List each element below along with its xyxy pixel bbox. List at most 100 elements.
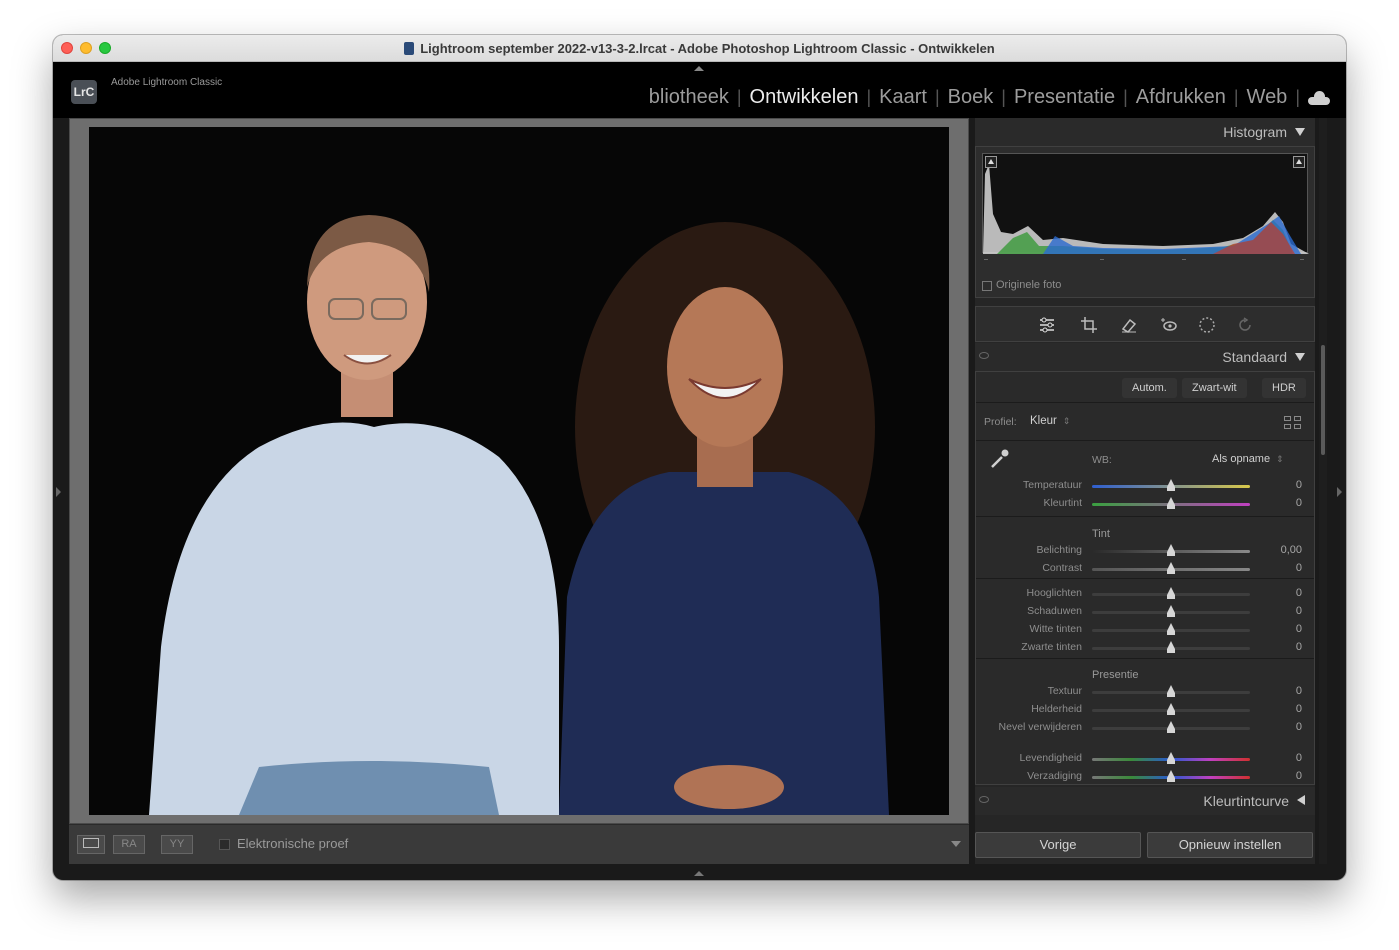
loupe-view-button[interactable] — [77, 835, 105, 854]
saturation-slider[interactable] — [1092, 770, 1250, 782]
module-slideshow[interactable]: Presentatie — [1006, 86, 1123, 109]
panel-visibility-eye-icon[interactable] — [979, 796, 989, 803]
texture-slider[interactable] — [1092, 685, 1250, 697]
slider-thumb[interactable] — [1167, 752, 1175, 764]
black-white-button[interactable]: Zwart-wit — [1182, 378, 1247, 398]
tint-value[interactable]: 0 — [1256, 497, 1302, 509]
module-library[interactable]: bliotheek — [641, 86, 737, 109]
basic-panel-title: Standaard — [1222, 349, 1287, 365]
module-book[interactable]: Boek — [940, 86, 1002, 109]
window-title-text: Lightroom september 2022-v13-3-2.lrcat -… — [420, 41, 995, 56]
wb-select[interactable]: Als opname ⇕ — [1212, 453, 1284, 465]
shadows-slider[interactable] — [1092, 605, 1250, 617]
red-eye-icon[interactable] — [1160, 316, 1178, 334]
blacks-label: Zwarte tinten — [1021, 641, 1082, 653]
previous-settings-button[interactable]: Vorige — [975, 832, 1141, 858]
panel-visibility-eye-icon[interactable] — [979, 352, 989, 359]
slider-thumb[interactable] — [1167, 721, 1175, 733]
expand-filmstrip-icon[interactable] — [694, 871, 704, 876]
temperature-slider[interactable] — [1092, 479, 1250, 491]
soft-proof-label: Elektronische proef — [237, 836, 349, 851]
slider-thumb[interactable] — [1167, 497, 1175, 509]
tone-curve-header[interactable]: Kleurtintcurve — [975, 787, 1315, 815]
slider-thumb[interactable] — [1167, 770, 1175, 782]
whites-slider[interactable] — [1092, 623, 1250, 635]
blacks-slider[interactable] — [1092, 641, 1250, 653]
masking-icon[interactable] — [1198, 316, 1216, 334]
tint-slider[interactable] — [1092, 497, 1250, 509]
divider — [976, 440, 1314, 441]
toolbar-options-chevron-icon[interactable] — [951, 841, 961, 847]
edit-sliders-icon[interactable] — [1038, 316, 1056, 334]
saturation-value[interactable]: 0 — [1256, 770, 1302, 782]
crop-icon[interactable] — [1080, 316, 1098, 334]
module-print[interactable]: Afdrukken — [1128, 86, 1234, 109]
slider-thumb[interactable] — [1167, 587, 1175, 599]
slider-thumb[interactable] — [1167, 479, 1175, 491]
vibrance-value[interactable]: 0 — [1256, 752, 1302, 764]
temperature-value[interactable]: 0 — [1256, 479, 1302, 491]
module-develop[interactable]: Ontwikkelen — [742, 86, 867, 109]
shadow-clipping-indicator-icon[interactable] — [985, 156, 997, 168]
profile-select[interactable]: Kleur ⇕ — [1030, 415, 1070, 427]
hdr-button[interactable]: HDR — [1262, 378, 1306, 398]
highlights-slider[interactable] — [1092, 587, 1250, 599]
shadows-value[interactable]: 0 — [1256, 605, 1302, 617]
panel-scrollbar[interactable] — [1321, 345, 1325, 455]
module-header: LrC Adobe Lightroom Classic bliotheek | O… — [53, 62, 1346, 118]
slider-thumb[interactable] — [1167, 703, 1175, 715]
viewer-toolbar: RA YY Elektronische proef — [69, 824, 969, 864]
reset-button[interactable]: Opnieuw instellen — [1147, 832, 1313, 858]
dehaze-value[interactable]: 0 — [1256, 721, 1302, 733]
module-web[interactable]: Web — [1239, 86, 1296, 109]
histogram-header[interactable]: Histogram — [975, 118, 1315, 146]
blacks-value[interactable]: 0 — [1256, 641, 1302, 653]
texture-value[interactable]: 0 — [1256, 685, 1302, 697]
slider-thumb[interactable] — [1167, 544, 1175, 556]
profile-browser-grid-icon[interactable] — [1284, 416, 1302, 430]
photo-image — [89, 127, 949, 815]
contrast-slider[interactable] — [1092, 562, 1250, 574]
slider-thumb[interactable] — [1167, 685, 1175, 697]
slider-thumb[interactable] — [1167, 641, 1175, 653]
panel-footer: Vorige Opnieuw instellen — [975, 832, 1315, 860]
develop-tool-strip — [975, 306, 1315, 342]
highlights-value[interactable]: 0 — [1256, 587, 1302, 599]
divider — [976, 516, 1314, 517]
slider-thumb[interactable] — [1167, 623, 1175, 635]
right-panel: Histogram Originele foto Standaard Autom… — [975, 118, 1315, 864]
exposure-value[interactable]: 0,00 — [1256, 544, 1302, 556]
remove-icon[interactable] — [1236, 316, 1254, 334]
highlight-clipping-indicator-icon[interactable] — [1293, 156, 1305, 168]
collapse-top-panel-icon[interactable] — [694, 66, 704, 71]
slider-thumb[interactable] — [1167, 605, 1175, 617]
expand-left-panel-icon[interactable] — [56, 487, 61, 497]
whites-label: Witte tinten — [1029, 623, 1082, 635]
original-photo-label: Originele foto — [996, 279, 1062, 291]
histogram-plot — [983, 164, 1309, 254]
soft-proof-checkbox[interactable] — [219, 839, 230, 850]
divider — [976, 402, 1314, 403]
exposure-slider[interactable] — [1092, 544, 1250, 556]
slider-thumb[interactable] — [1167, 562, 1175, 574]
white-balance-eyedropper-icon[interactable] — [988, 448, 1010, 470]
vibrance-slider[interactable] — [1092, 752, 1250, 764]
original-photo-checkbox[interactable] — [982, 281, 992, 291]
whites-value[interactable]: 0 — [1256, 623, 1302, 635]
photo-viewer[interactable] — [69, 118, 969, 824]
basic-panel-header[interactable]: Standaard — [975, 343, 1315, 371]
clarity-value[interactable]: 0 — [1256, 703, 1302, 715]
title-bar: Lightroom september 2022-v13-3-2.lrcat -… — [53, 35, 1346, 62]
clarity-slider[interactable] — [1092, 703, 1250, 715]
histogram-graph[interactable] — [982, 153, 1309, 254]
healing-eraser-icon[interactable] — [1120, 316, 1138, 334]
cloud-icon[interactable] — [1308, 90, 1330, 105]
before-after-button[interactable]: RA — [113, 835, 145, 854]
auto-button[interactable]: Autom. — [1122, 378, 1177, 398]
before-after-split-button[interactable]: YY — [161, 835, 193, 854]
contrast-value[interactable]: 0 — [1256, 562, 1302, 574]
collapse-right-panel-icon[interactable] — [1337, 487, 1342, 497]
module-map[interactable]: Kaart — [871, 86, 935, 109]
select-arrows-icon: ⇕ — [1276, 454, 1284, 464]
dehaze-slider[interactable] — [1092, 721, 1250, 733]
